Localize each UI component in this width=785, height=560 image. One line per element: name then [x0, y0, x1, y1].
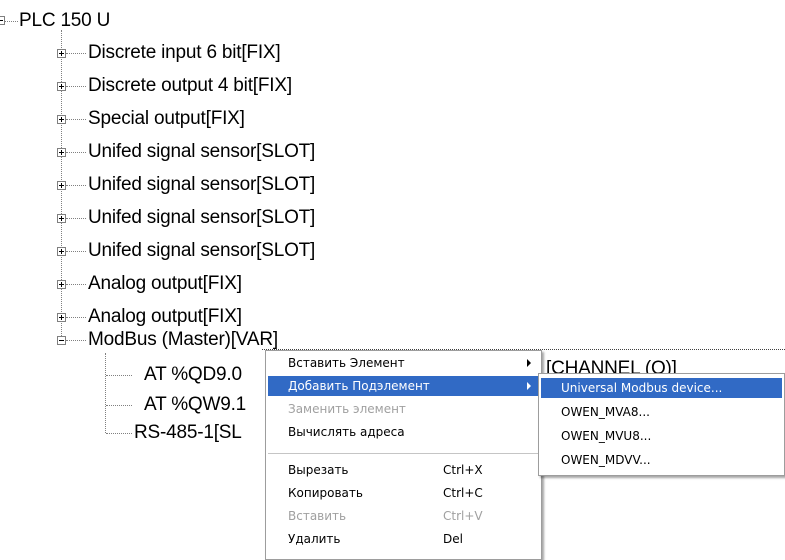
menu-item-label: Вставить [288, 509, 347, 523]
tree-node-label: Analog output[FIX] [88, 273, 242, 294]
menu-item-shortcut: Ctrl+C [443, 486, 483, 500]
tree-connector [66, 53, 86, 54]
menu-item-copy[interactable]: Копировать Ctrl+C [268, 483, 539, 503]
tree-node-label: Unifed signal sensor[SLOT] [88, 240, 316, 261]
tree-node-label: AT %QW9.1 [144, 394, 247, 415]
menu-item-paste[interactable]: Вставить Ctrl+V [268, 506, 539, 526]
tree-node-label: Unifed signal sensor[SLOT] [88, 174, 316, 195]
tree-connector [66, 185, 86, 186]
menu-item-label: Вставить Элемент [288, 356, 405, 370]
tree-connector [66, 119, 86, 120]
expand-plus-icon[interactable] [57, 82, 66, 91]
tree-connector [66, 86, 86, 87]
menu-item-label: OWEN_MVU8... [561, 429, 652, 443]
expand-plus-icon[interactable] [57, 214, 66, 223]
tree-connector [106, 375, 132, 376]
tree-connector [106, 433, 132, 434]
menu-item-label: OWEN_MVA8... [561, 405, 650, 419]
tree-root-plc[interactable]: PLC 150 U [19, 9, 110, 33]
menu-item-label: Удалить [288, 532, 341, 546]
tree-connector [66, 152, 86, 153]
submenu-item-owen-mvu8[interactable]: OWEN_MVU8... [541, 426, 782, 446]
expand-plus-icon[interactable] [57, 115, 66, 124]
menu-item-insert-element[interactable]: Вставить Элемент [268, 353, 539, 373]
tree-node-label: Discrete input 6 bit[FIX] [88, 42, 281, 63]
menu-item-label: Добавить Подэлемент [288, 379, 430, 393]
expand-plus-icon[interactable] [57, 280, 66, 289]
menu-item-label: Вычислять адреса [288, 425, 405, 439]
tree-connector [66, 218, 86, 219]
tree-node-label: Unifed signal sensor[SLOT] [88, 207, 316, 228]
tree-node-label: AT %QD9.0 [144, 364, 242, 385]
submenu-arrow-icon [527, 359, 531, 367]
tree-node-label: Special output[FIX] [88, 108, 245, 129]
menu-item-cut[interactable]: Вырезать Ctrl+X [268, 460, 539, 480]
tree-node-label: Unifed signal sensor[SLOT] [88, 141, 316, 162]
tree-connector [66, 284, 86, 285]
expand-plus-icon[interactable] [57, 181, 66, 190]
tree-connector [66, 251, 86, 252]
menu-item-label: OWEN_MDVV... [561, 453, 651, 467]
menu-item-shortcut: Ctrl+V [443, 509, 483, 523]
menu-item-shortcut: Ctrl+X [443, 463, 483, 477]
expand-plus-icon[interactable] [57, 313, 66, 322]
menu-item-replace-element[interactable]: Заменить элемент [268, 399, 539, 419]
menu-separator [268, 453, 539, 454]
collapse-minus-icon[interactable] [57, 336, 66, 345]
menu-item-label: Копировать [288, 486, 363, 500]
submenu-item-owen-mdvv[interactable]: OWEN_MDVV... [541, 450, 782, 470]
tree-connector [66, 317, 86, 318]
menu-item-calculate-addresses[interactable]: Вычислять адреса [268, 422, 539, 442]
modbus-branch-line [105, 353, 106, 433]
menu-item-label: Вырезать [288, 463, 349, 477]
submenu-item-owen-mva8[interactable]: OWEN_MVA8... [541, 402, 782, 422]
expand-plus-icon[interactable] [57, 148, 66, 157]
context-menu: Вставить Элемент Добавить Подэлемент Зам… [265, 350, 542, 560]
tree-connector [5, 21, 18, 22]
expand-plus-icon[interactable] [57, 247, 66, 256]
menu-item-label: Заменить элемент [288, 402, 406, 416]
menu-item-label: Universal Modbus device... [561, 381, 723, 395]
add-subelement-submenu: Universal Modbus device... OWEN_MVA8... … [538, 373, 785, 476]
tree-node-label: RS-485-1[SL [134, 422, 242, 443]
menu-item-delete[interactable]: Удалить Del [268, 529, 539, 549]
menu-item-add-subelement[interactable]: Добавить Подэлемент [268, 376, 539, 396]
submenu-item-universal-modbus[interactable]: Universal Modbus device... [541, 378, 782, 398]
tree-connector [106, 405, 132, 406]
menu-item-shortcut: Del [443, 532, 463, 546]
tree-node-label: Analog output[FIX] [88, 306, 242, 327]
tree-node-label: ModBus (Master)[VAR] [88, 329, 278, 350]
tree-connector [66, 340, 86, 341]
submenu-arrow-icon [527, 382, 531, 390]
tree-node-label: Discrete output 4 bit[FIX] [88, 75, 292, 96]
expand-plus-icon[interactable] [57, 49, 66, 58]
